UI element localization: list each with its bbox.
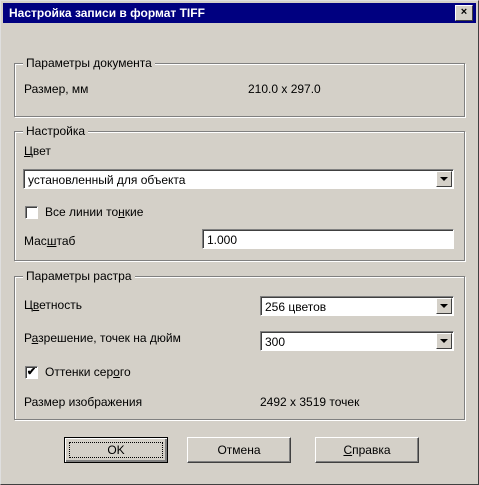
window-title: Настройка записи в формат TIFF: [9, 6, 205, 20]
chevron-down-icon[interactable]: [436, 171, 452, 187]
resolution-value: 300: [265, 335, 286, 349]
color-depth-value: 256 цветов: [265, 300, 327, 314]
thin-lines-checkbox[interactable]: [25, 206, 38, 219]
tiff-export-dialog: Настройка записи в формат TIFF × Парамет…: [0, 0, 479, 485]
image-size-label: Размер изображения: [24, 395, 143, 409]
color-select-value: установленный для объекта: [28, 173, 186, 187]
color-select[interactable]: установленный для объекта: [23, 169, 454, 189]
raster-params-legend: Параметры растра: [23, 269, 135, 283]
focus-ring: [69, 442, 163, 458]
grayscale-checkbox[interactable]: ✔: [25, 366, 38, 379]
grayscale-label: Оттенки серого: [45, 365, 131, 379]
close-icon: ×: [460, 6, 468, 18]
color-depth-select[interactable]: 256 цветов: [260, 296, 454, 316]
document-size-label: Размер, мм: [24, 82, 89, 96]
color-label: Цвет: [24, 144, 51, 158]
settings-group: Настройка Цвет установленный для объекта…: [14, 124, 465, 261]
chevron-down-icon[interactable]: [436, 298, 452, 314]
check-icon: ✔: [26, 366, 37, 378]
scale-label: Масштаб: [24, 234, 76, 248]
thin-lines-label: Все линии тонкие: [45, 205, 144, 219]
color-depth-label: Цветность: [24, 298, 82, 312]
scale-input-value: 1.000: [207, 233, 238, 247]
ok-button[interactable]: OK: [64, 437, 168, 463]
raster-params-group: Параметры растра Цветность 256 цветов Ра…: [14, 269, 465, 420]
document-size-value: 210.0 x 297.0: [248, 82, 321, 96]
title-bar[interactable]: Настройка записи в формат TIFF ×: [3, 3, 476, 23]
scale-input[interactable]: 1.000: [202, 229, 454, 249]
close-button[interactable]: ×: [455, 5, 473, 21]
cancel-button[interactable]: Отмена: [187, 437, 291, 463]
help-button[interactable]: Справка: [315, 437, 419, 463]
resolution-select[interactable]: 300: [260, 331, 454, 351]
resolution-label: Разрешение, точек на дюйм: [24, 331, 181, 345]
image-size-value: 2492 x 3519 точек: [260, 395, 360, 409]
cancel-button-label: Отмена: [217, 443, 261, 457]
document-params-group: Параметры документа Размер, мм 210.0 x 2…: [14, 56, 465, 117]
document-params-legend: Параметры документа: [23, 56, 155, 70]
settings-legend: Настройка: [23, 124, 89, 138]
help-button-label: Справка: [343, 443, 391, 457]
chevron-down-icon[interactable]: [436, 333, 452, 349]
